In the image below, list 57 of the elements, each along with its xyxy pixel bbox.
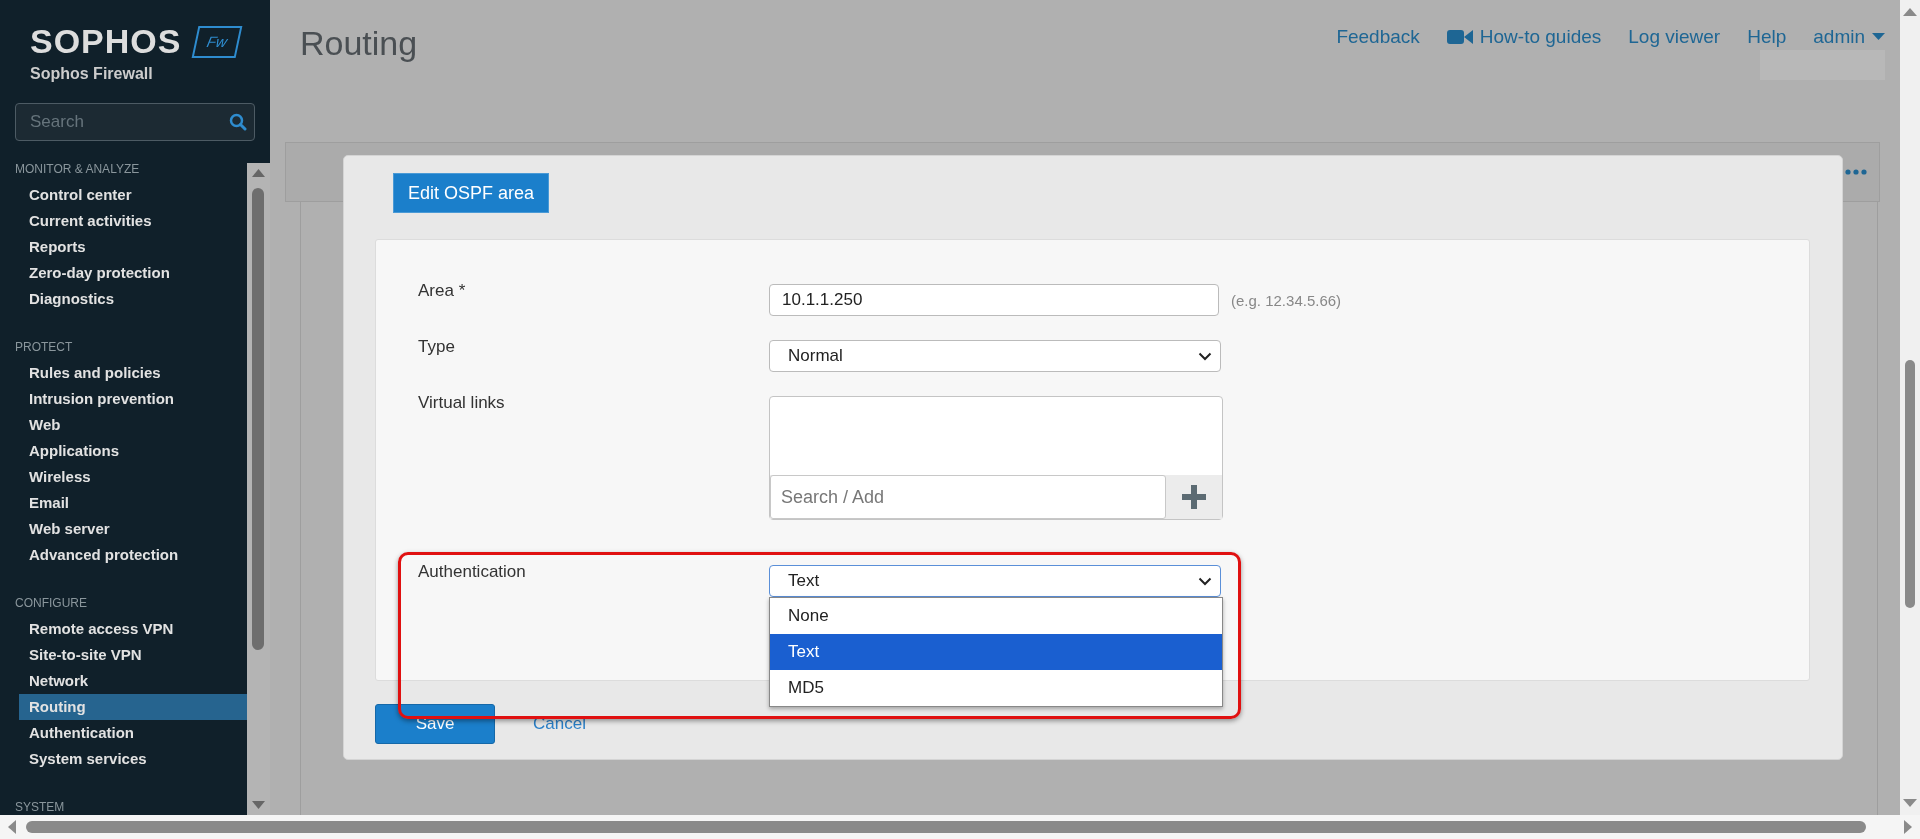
- nav-item[interactable]: Site-to-site VPN: [0, 642, 247, 668]
- section-heading: SYSTEM: [14, 799, 66, 815]
- product-badge: Fw: [192, 25, 243, 58]
- input-field[interactable]: 10.1.1.250: [769, 284, 1219, 316]
- scroll-up-icon[interactable]: [252, 169, 265, 177]
- nav-item[interactable]: Applications: [0, 438, 247, 464]
- nav-item[interactable]: Intrusion prevention: [0, 386, 247, 412]
- more-icon[interactable]: [1845, 169, 1867, 175]
- search-field[interactable]: Search: [15, 103, 255, 141]
- nav-item[interactable]: System services: [0, 746, 247, 772]
- dropdown-select[interactable]: Text: [769, 565, 1221, 597]
- nav-item[interactable]: Diagnostics: [0, 286, 247, 312]
- chevron-down-icon: [1198, 351, 1212, 361]
- nav-item[interactable]: Email: [0, 490, 247, 516]
- nav-item[interactable]: Rules and policies: [0, 360, 247, 386]
- field-label: Authentication: [418, 561, 527, 583]
- dropdown-option[interactable]: Text: [770, 634, 1222, 670]
- field-label: Area *: [418, 280, 467, 302]
- nav-item[interactable]: Web: [0, 412, 247, 438]
- search-add-field[interactable]: Search / Add: [770, 475, 1166, 519]
- dropdown-select[interactable]: Normal: [769, 340, 1221, 372]
- plus-icon[interactable]: [1182, 485, 1206, 509]
- product-name: Sophos Firewall: [30, 65, 154, 83]
- section-heading: CONFIGURE: [14, 595, 88, 612]
- scroll-right-icon[interactable]: [1904, 820, 1912, 834]
- scroll-down-icon[interactable]: [252, 801, 265, 809]
- nav-item[interactable]: Advanced protection: [0, 542, 247, 568]
- section-heading: PROTECT: [14, 339, 74, 356]
- field-label: Virtual links: [418, 392, 506, 414]
- nav-item[interactable]: Control center: [0, 182, 247, 208]
- section-heading: MONITOR & ANALYZE: [14, 161, 141, 178]
- page-title: Routing: [300, 24, 418, 63]
- video-camera-icon: [1446, 29, 1473, 45]
- nav-item[interactable]: Remote access VPN: [0, 616, 247, 642]
- scroll-left-icon[interactable]: [8, 820, 16, 834]
- nav-item[interactable]: Wireless: [0, 464, 247, 490]
- scroll-down-icon[interactable]: [1903, 799, 1917, 807]
- scrollbar-thumb[interactable]: [252, 188, 264, 650]
- logo-wordmark: SOPHOS: [30, 22, 182, 61]
- field-hint: (e.g. 12.34.5.66): [1231, 291, 1342, 309]
- dropdown-option[interactable]: None: [770, 598, 1222, 634]
- nav-item[interactable]: Web server: [0, 516, 247, 542]
- dropdown-option[interactable]: MD5: [770, 670, 1222, 706]
- nav-item[interactable]: Zero-day protection: [0, 260, 247, 286]
- nav-item[interactable]: Authentication: [0, 720, 247, 746]
- caret-icon: [1872, 33, 1885, 41]
- chevron-down-icon: [1198, 576, 1212, 586]
- scrollbar-thumb[interactable]: [26, 821, 1866, 833]
- scroll-up-icon[interactable]: [1903, 8, 1917, 16]
- nav-item[interactable]: Reports: [0, 234, 247, 260]
- dialog-title: Edit OSPF area: [393, 173, 550, 213]
- nav-item[interactable]: Routing: [19, 694, 247, 720]
- scrollbar-thumb[interactable]: [1905, 360, 1915, 608]
- nav-item[interactable]: Network: [0, 668, 247, 694]
- field-label: Type: [418, 336, 456, 358]
- search-icon[interactable]: [229, 113, 247, 131]
- nav-item[interactable]: Current activities: [0, 208, 247, 234]
